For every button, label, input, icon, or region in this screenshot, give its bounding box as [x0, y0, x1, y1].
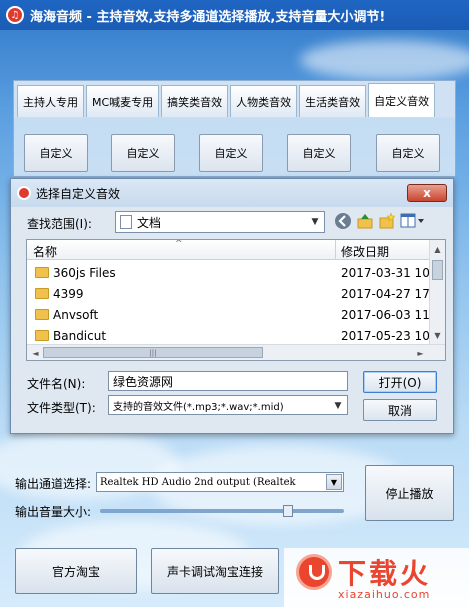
file-name: Anvsoft [53, 308, 99, 322]
column-header-name[interactable]: 名称 [33, 243, 57, 260]
file-open-dialog: 选择自定义音效 x 查找范围(I): 文档 ▼ 名称 ^ 修改日期 360js … [10, 178, 454, 434]
scroll-right-icon[interactable]: ► [413, 346, 428, 360]
custom-sound-button-5[interactable]: 自定义 [376, 134, 440, 172]
volume-label: 输出音量大小: [15, 505, 92, 519]
filetype-select[interactable]: 支持的音效文件(*.mp3;*.wav;*.mid) ▼ [108, 395, 348, 415]
lookin-label: 查找范围(I): [27, 217, 92, 231]
folder-icon [35, 330, 49, 341]
soundcard-taobao-link-button[interactable]: 声卡调试淘宝连接 [151, 548, 279, 594]
new-folder-icon[interactable] [377, 211, 397, 231]
dialog-titlebar[interactable]: 选择自定义音效 x [11, 179, 453, 207]
output-device-select[interactable]: Realtek HD Audio 2nd output (Realtek ▼ [96, 472, 344, 492]
app-title: 海海音频 - 主持音效,支持多通道选择播放,支持音量大小调节! [30, 9, 386, 25]
file-row[interactable]: Anvsoft 2017-06-03 11:5 [27, 305, 442, 326]
horizontal-scrollbar[interactable]: ◄ ||| ► [27, 344, 445, 360]
file-name: 360js Files [53, 266, 116, 280]
file-date: 2017-05-23 10:2 [341, 329, 442, 343]
dialog-title: 选择自定义音效 [36, 186, 121, 201]
scroll-up-icon[interactable]: ▲ [430, 242, 445, 256]
tab-mc[interactable]: MC喊麦专用 [86, 85, 160, 117]
scroll-left-icon[interactable]: ◄ [28, 346, 43, 360]
folder-icon [35, 288, 49, 299]
file-date: 2017-06-03 11:5 [341, 308, 442, 322]
file-name: Bandicut [53, 329, 107, 343]
stop-playback-button[interactable]: 停止播放 [365, 465, 454, 521]
file-date: 2017-04-27 17:3 [341, 287, 442, 301]
file-row[interactable]: 4399 2017-04-27 17:3 [27, 284, 442, 305]
view-menu-icon[interactable] [399, 211, 427, 231]
file-row[interactable]: 360js Files 2017-03-31 10:1 [27, 263, 442, 284]
dialog-app-icon [17, 186, 31, 200]
chevron-down-icon[interactable]: ▼ [306, 212, 324, 232]
file-list-header: 名称 ^ 修改日期 [27, 240, 445, 260]
watermark: 下载火 xiazaihuo.com [284, 548, 469, 607]
tab-character[interactable]: 人物类音效 [230, 85, 298, 117]
back-icon[interactable] [333, 211, 353, 231]
up-folder-icon[interactable] [355, 211, 375, 231]
channel-label: 输出通道选择: [15, 477, 92, 491]
tab-custom[interactable]: 自定义音效 [368, 83, 436, 117]
volume-slider[interactable] [100, 505, 344, 517]
watermark-url: xiazaihuo.com [338, 588, 431, 601]
tab-life[interactable]: 生活类音效 [299, 85, 367, 117]
column-separator[interactable] [335, 240, 336, 260]
sort-ascending-icon: ^ [175, 239, 183, 249]
custom-sound-button-1[interactable]: 自定义 [24, 134, 88, 172]
horizontal-scroll-thumb[interactable]: ||| [43, 347, 263, 358]
vertical-scroll-thumb[interactable] [432, 260, 443, 280]
category-tabbar: 主持人专用 MC喊麦专用 搞笑类音效 人物类音效 生活类音效 自定义音效 [13, 80, 456, 118]
watermark-text: 下载火 [338, 557, 432, 590]
chevron-down-icon[interactable]: ▼ [329, 396, 347, 414]
official-taobao-button[interactable]: 官方淘宝 [15, 548, 137, 594]
cancel-button[interactable]: 取消 [363, 399, 437, 421]
folder-icon [35, 267, 49, 278]
tab-funny[interactable]: 搞笑类音效 [161, 85, 229, 117]
lookin-value: 文档 [137, 215, 162, 230]
filetype-label: 文件类型(T): [27, 401, 96, 415]
tab-host[interactable]: 主持人专用 [17, 85, 84, 117]
dialog-close-button[interactable]: x [407, 184, 447, 202]
app-logo-icon: ♫ [6, 6, 24, 24]
output-device-value: Realtek HD Audio 2nd output (Realtek [100, 476, 296, 488]
column-header-date[interactable]: 修改日期 [341, 243, 389, 260]
custom-sound-button-4[interactable]: 自定义 [287, 134, 351, 172]
chevron-down-icon[interactable]: ▼ [326, 474, 342, 490]
lookin-combobox[interactable]: 文档 ▼ [115, 211, 325, 233]
scroll-down-icon[interactable]: ▼ [430, 328, 445, 342]
volume-slider-thumb[interactable] [283, 505, 293, 517]
filename-label: 文件名(N): [27, 377, 86, 391]
filetype-value: 支持的音效文件(*.mp3;*.wav;*.mid) [113, 401, 284, 413]
watermark-logo-icon [296, 554, 332, 590]
folder-icon [35, 309, 49, 320]
custom-sound-button-2[interactable]: 自定义 [111, 134, 175, 172]
cloud-decoration [300, 40, 469, 80]
open-button[interactable]: 打开(O) [363, 371, 437, 393]
file-list[interactable]: 名称 ^ 修改日期 360js Files 2017-03-31 10:1 43… [26, 239, 446, 361]
file-date: 2017-03-31 10:1 [341, 266, 442, 280]
document-folder-icon [120, 215, 132, 229]
app-titlebar: ♫ 海海音频 - 主持音效,支持多通道选择播放,支持音量大小调节! [0, 0, 469, 30]
file-name: 4399 [53, 287, 84, 301]
vertical-scrollbar[interactable]: ▲ ▼ [429, 240, 445, 344]
custom-sound-button-3[interactable]: 自定义 [199, 134, 263, 172]
filename-input[interactable] [108, 371, 348, 391]
